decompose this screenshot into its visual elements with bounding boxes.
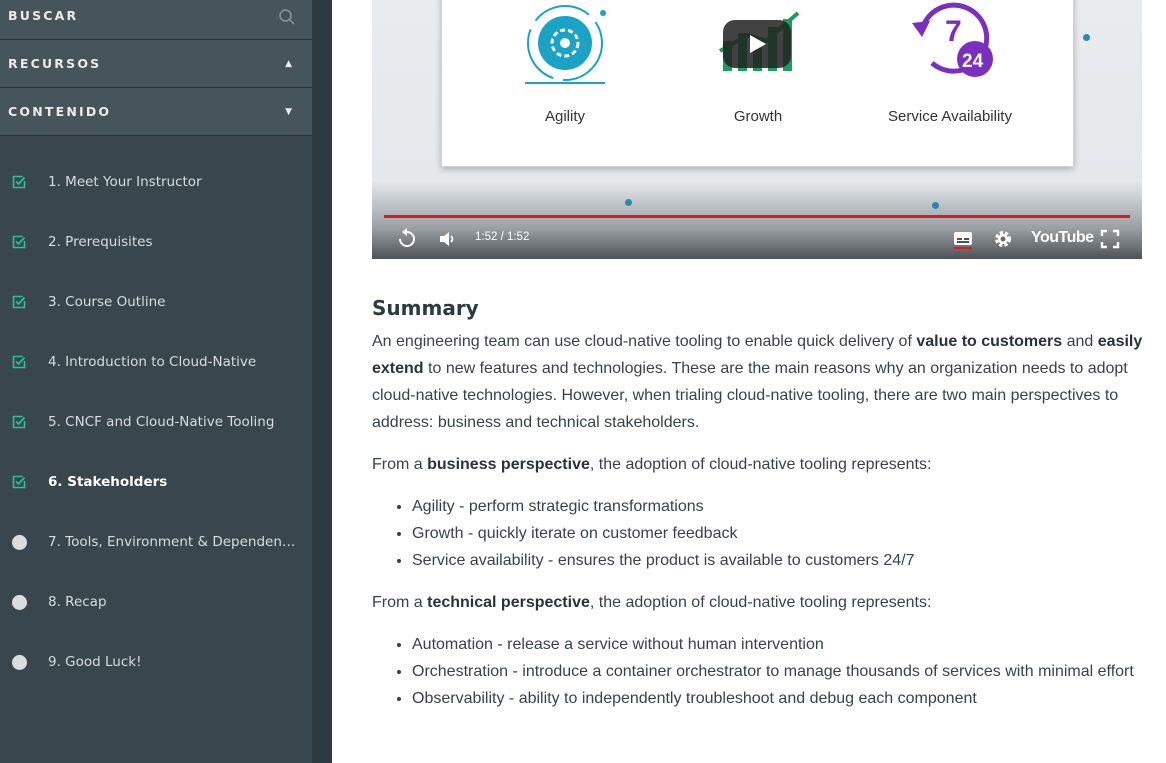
pending-dot-icon — [10, 653, 28, 671]
summary-paragraph: An engineering team can use cloud-native… — [372, 328, 1152, 436]
volume-button[interactable] — [434, 228, 460, 250]
replay-icon — [399, 228, 415, 247]
lesson-list: 1. Meet Your Instructor 2. Prerequisites… — [0, 136, 312, 692]
technical-lead: From a technical perspective, the adopti… — [372, 589, 1152, 616]
text-run: , the adoption of cloud-native tooling r… — [589, 594, 932, 611]
slide-caption-agility: Agility — [544, 108, 585, 125]
lesson-item[interactable]: 2. Prerequisites — [0, 212, 312, 272]
time-display: 1:52 / 1:52 — [475, 231, 530, 243]
list-item: Growth - quickly iterate on customer fee… — [412, 520, 1152, 547]
lesson-item[interactable]: 7. Tools, Environment & Dependencies — [0, 512, 312, 572]
fullscreen-button[interactable] — [1098, 228, 1122, 250]
business-lead: From a business perspective, the adoptio… — [372, 451, 1152, 478]
text-run: to new features and technologies. These … — [372, 360, 1128, 431]
course-sidebar: BUSCAR RECURSOS ▲ CONTENIDO ▼ 1. Meet Yo… — [0, 0, 312, 763]
text-run: , the adoption of cloud-native tooling r… — [589, 456, 932, 473]
badge-seven: 7 — [945, 15, 962, 48]
lesson-label: 3. Course Outline — [48, 294, 166, 310]
caret-up-icon: ▲ — [285, 58, 292, 69]
list-item: Observability - ability to independently… — [412, 685, 1152, 712]
agility-gear-icon — [525, 5, 606, 84]
lesson-item[interactable]: 3. Course Outline — [0, 272, 312, 332]
captions-button[interactable] — [950, 228, 976, 250]
play-icon — [750, 35, 766, 53]
availability-column: 7 24 — [850, 0, 1050, 95]
checked-icon — [10, 233, 28, 251]
lesson-item-active[interactable]: 6. Stakeholders — [0, 452, 312, 512]
content-toggle[interactable]: CONTENIDO ▼ — [0, 88, 312, 136]
text-run: and — [1062, 333, 1098, 350]
checked-icon — [10, 413, 28, 431]
summary-heading: Summary — [372, 296, 479, 320]
bold-business-perspective: business perspective — [427, 456, 590, 473]
list-item: Service availability - ensures the produ… — [412, 547, 1152, 574]
youtube-logo[interactable]: YouTube — [1031, 229, 1094, 247]
lesson-label: 8. Recap — [48, 594, 107, 610]
slide-caption-availability: Service Availability — [888, 108, 1012, 125]
slide-caption-growth: Growth — [733, 108, 783, 125]
lesson-content: 7 24 Agility Growth Service Availability… — [332, 0, 1166, 763]
pending-dot-icon — [10, 593, 28, 611]
sidebar-scroll-gutter — [312, 0, 332, 763]
video-player[interactable]: 7 24 Agility Growth Service Availability… — [372, 0, 1142, 259]
captions-icon — [954, 232, 972, 249]
lesson-label: 2. Prerequisites — [48, 234, 153, 250]
progress-bar[interactable] — [384, 215, 1130, 218]
checked-icon — [10, 293, 28, 311]
list-item: Agility - perform strategic transformati… — [412, 493, 1152, 520]
lesson-item[interactable]: 1. Meet Your Instructor — [0, 152, 312, 212]
search-icon[interactable] — [278, 8, 296, 26]
text-run: An engineering team can use cloud-native… — [372, 333, 917, 350]
decoration-dot — [1083, 34, 1090, 41]
badge-twentyfour: 24 — [962, 51, 984, 72]
text-run: From a — [372, 456, 428, 473]
search-label: BUSCAR — [8, 8, 79, 23]
replay-button[interactable] — [394, 228, 420, 250]
lesson-label: 5. CNCF and Cloud-Native Tooling — [48, 414, 275, 430]
caret-down-icon: ▼ — [285, 106, 292, 117]
checked-icon — [10, 353, 28, 371]
checked-icon — [10, 473, 28, 491]
text-run: From a — [372, 594, 428, 611]
list-item: Orchestration - introduce a container or… — [412, 658, 1152, 685]
resources-label: RECURSOS — [8, 56, 102, 71]
business-points-list: Agility - perform strategic transformati… — [412, 493, 1152, 574]
bold-technical-perspective: technical perspective — [427, 594, 590, 611]
search-bar[interactable]: BUSCAR — [0, 0, 312, 40]
lesson-label: 1. Meet Your Instructor — [48, 174, 202, 190]
checked-icon — [10, 173, 28, 191]
bold-value-to-customers: value to customers — [916, 333, 1063, 350]
lesson-label: 9. Good Luck! — [48, 654, 142, 670]
clock-24-7-icon: 7 24 — [912, 2, 993, 77]
volume-icon — [440, 232, 454, 246]
play-button[interactable] — [723, 20, 791, 68]
resources-toggle[interactable]: RECURSOS ▲ — [0, 40, 312, 88]
lesson-item[interactable]: 9. Good Luck! — [0, 632, 312, 692]
content-label: CONTENIDO — [8, 104, 112, 119]
list-item: Automation - release a service without h… — [412, 631, 1152, 658]
technical-points-list: Automation - release a service without h… — [412, 631, 1152, 712]
settings-button[interactable] — [990, 228, 1016, 250]
gear-icon — [995, 231, 1011, 247]
lesson-item[interactable]: 4. Introduction to Cloud-Native — [0, 332, 312, 392]
lesson-item[interactable]: 8. Recap — [0, 572, 312, 632]
lesson-label: 4. Introduction to Cloud-Native — [48, 354, 257, 370]
agility-column — [465, 0, 665, 95]
lesson-item[interactable]: 5. CNCF and Cloud-Native Tooling — [0, 392, 312, 452]
pending-dot-icon — [10, 533, 28, 551]
decoration-dot — [625, 199, 632, 206]
lesson-label: 6. Stakeholders — [48, 474, 168, 490]
fullscreen-icon — [1100, 229, 1120, 249]
lesson-label: 7. Tools, Environment & Dependencies — [48, 534, 298, 550]
summary-section: Summary An engineering team can use clou… — [372, 296, 1152, 727]
decoration-dot — [932, 202, 939, 209]
